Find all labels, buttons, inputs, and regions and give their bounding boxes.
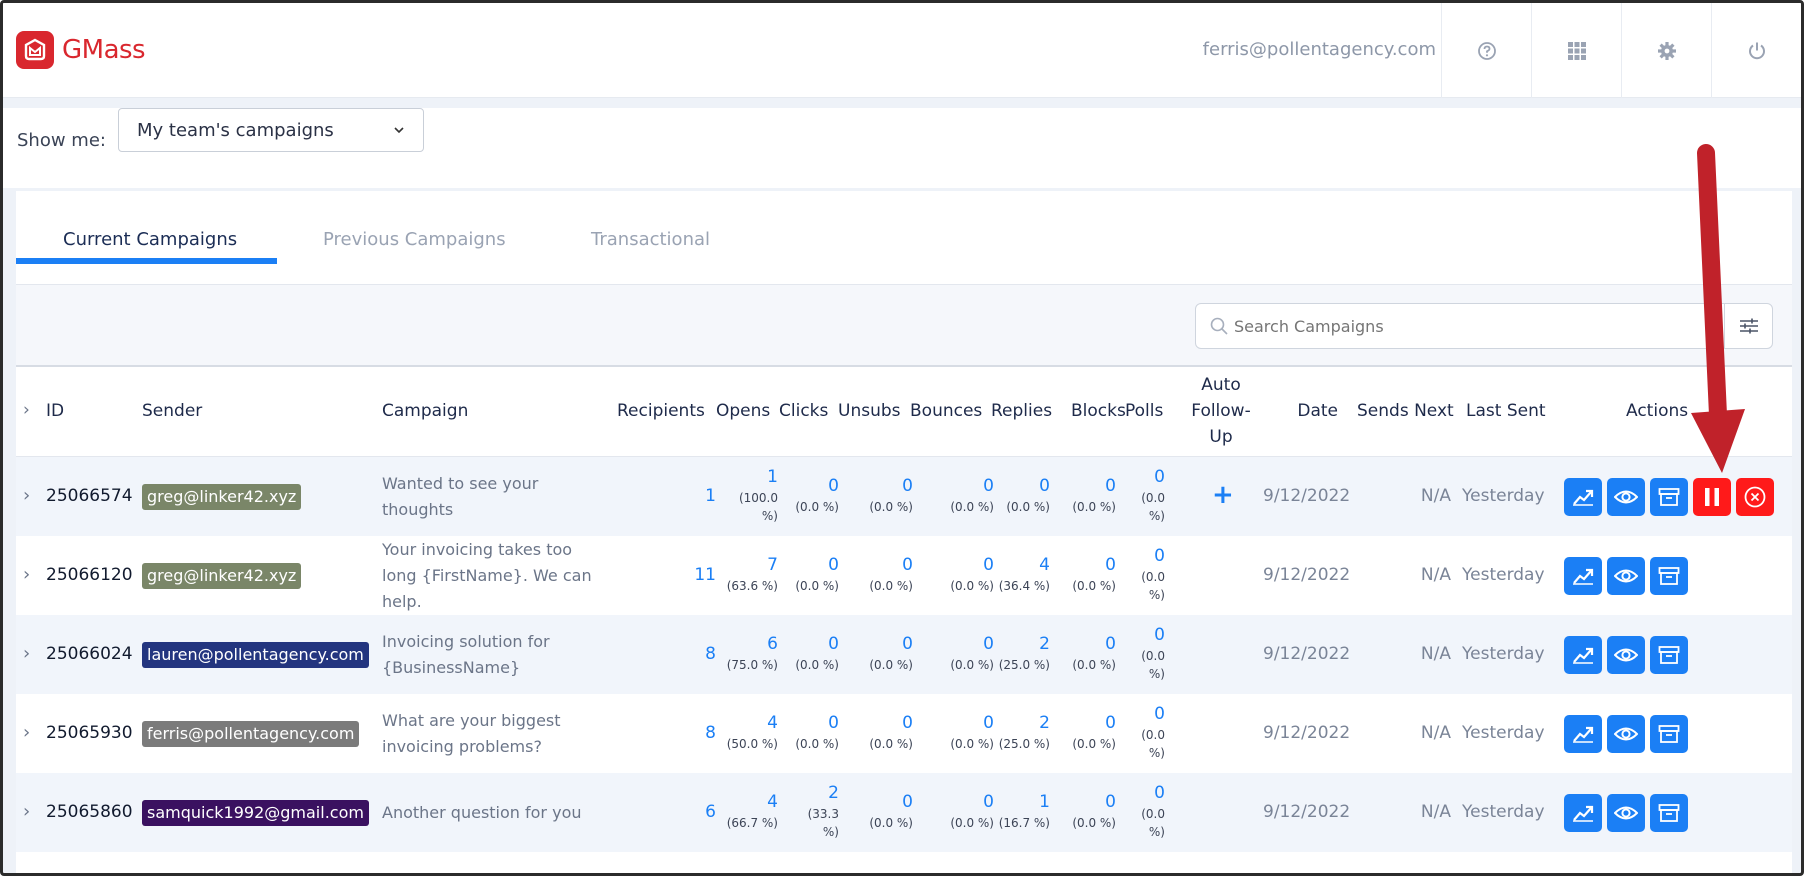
app-frame: GMass ferris@pollentagency.com Show me: … bbox=[0, 0, 1804, 876]
annotation-arrow bbox=[1691, 144, 1745, 473]
